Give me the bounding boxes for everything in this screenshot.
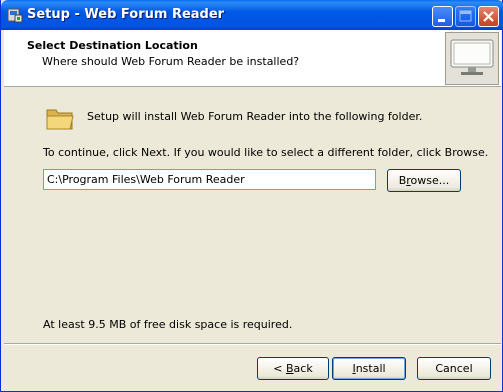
- setup-app-icon: [7, 8, 23, 23]
- close-button[interactable]: [478, 6, 499, 27]
- page-subtitle: Where should Web Forum Reader be install…: [42, 55, 300, 68]
- back-label-accel: B: [286, 362, 294, 375]
- setup-window: Setup - Web Forum Reader Select Destinat…: [0, 0, 503, 392]
- wizard-header: Select Destination Location Where should…: [4, 30, 501, 87]
- header-image: [445, 32, 499, 85]
- page-title: Select Destination Location: [27, 39, 198, 52]
- window-title: Setup - Web Forum Reader: [27, 7, 225, 22]
- install-label-post: nstall: [355, 362, 386, 375]
- monitor-icon: [450, 39, 494, 75]
- title-bar[interactable]: Setup - Web Forum Reader: [1, 0, 503, 30]
- disk-space-text: At least 9.5 MB of free disk space is re…: [43, 318, 293, 331]
- destination-path-input[interactable]: [43, 169, 376, 190]
- cancel-button[interactable]: Cancel: [417, 357, 491, 380]
- folder-icon: [46, 109, 74, 130]
- maximize-button: [455, 6, 476, 27]
- install-button[interactable]: Install: [332, 357, 406, 380]
- browse-button[interactable]: Browse...: [387, 169, 461, 192]
- close-icon: [483, 11, 494, 22]
- minimize-icon: [438, 19, 445, 22]
- instruction-text: To continue, click Next. If you would li…: [43, 146, 489, 159]
- back-label-post: ack: [293, 362, 313, 375]
- footer-separator: [4, 343, 501, 345]
- back-button[interactable]: < Back: [257, 357, 329, 380]
- maximize-icon: [459, 10, 472, 22]
- browse-label-post: owse...: [410, 174, 450, 187]
- intro-text: Setup will install Web Forum Reader into…: [87, 110, 423, 123]
- back-label-pre: <: [273, 362, 286, 375]
- minimize-button[interactable]: [432, 6, 453, 27]
